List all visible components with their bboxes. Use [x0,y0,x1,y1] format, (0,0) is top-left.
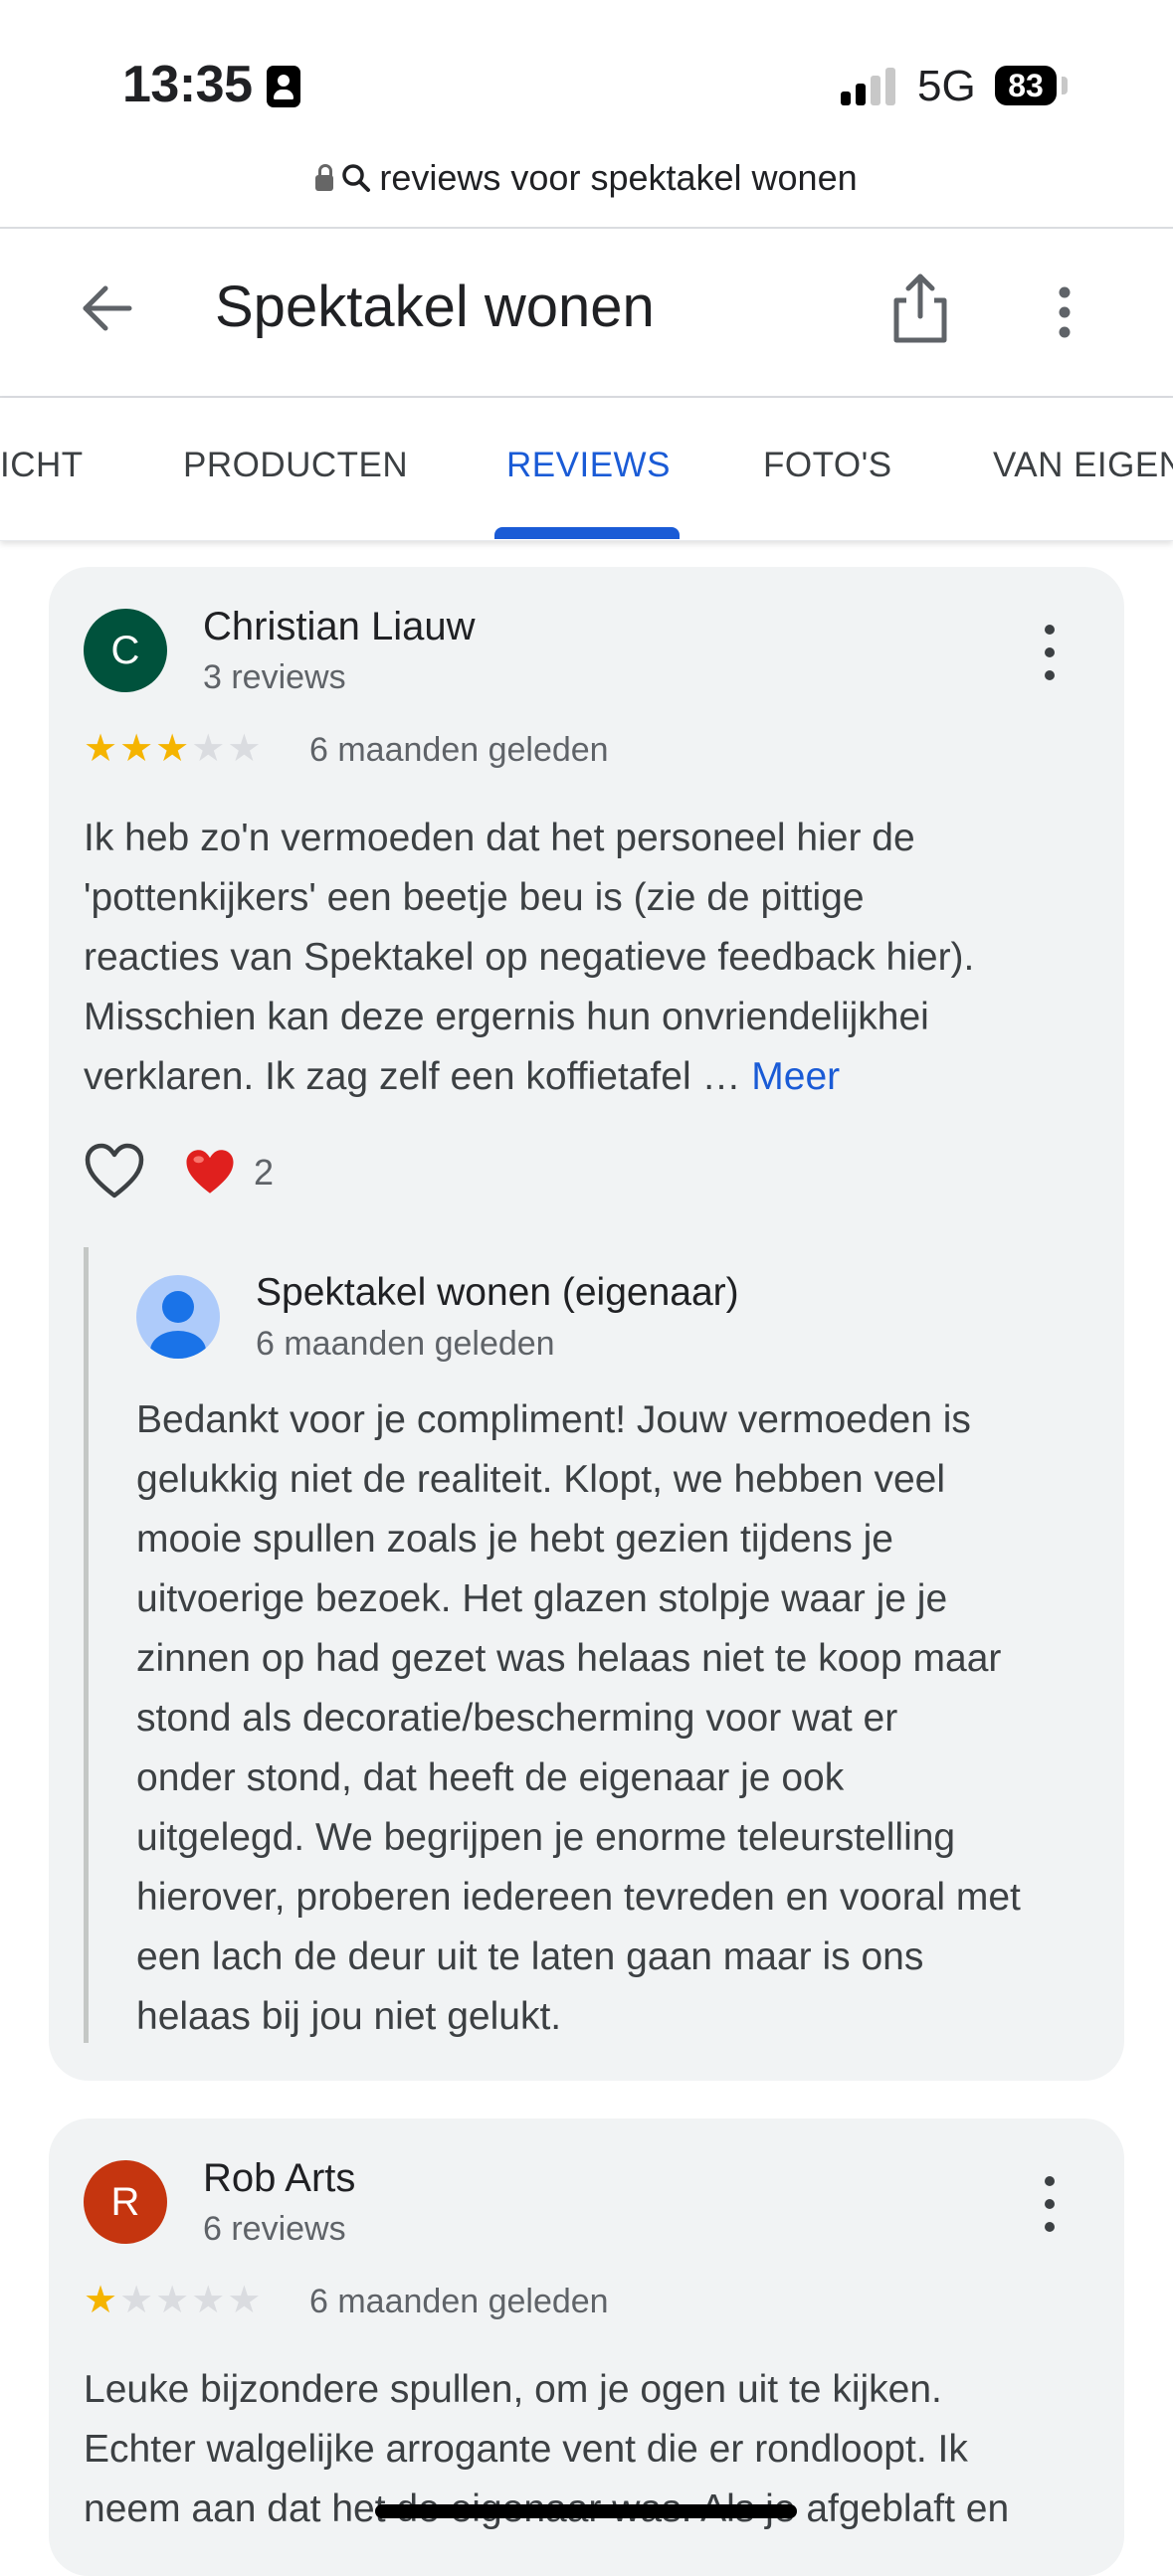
avatar-initial: C [110,629,140,672]
tab-overview[interactable]: ICHT [0,446,84,485]
battery-tip [1062,77,1068,94]
contact-card-icon [267,66,300,107]
review-text-line: Leuke bijzondere spullen, om je ogen uit… [84,2368,942,2411]
person-icon [150,1291,206,1359]
star-icon: ★ [119,2280,156,2321]
owner-name: Spektakel wonen (eigenaar) [256,1271,739,1314]
owner-reply-line: stond als decoratie/bescherming voor wat… [136,1697,898,1740]
review-text-line: Misschien kan deze ergernis hun onvriend… [84,996,929,1038]
owner-reply-line: onder stond, dat heeft de eigenaar je oo… [136,1756,845,1799]
review-card: C Christian Liauw 3 reviews ★★★★★ 6 maan… [49,567,1124,2081]
like-heart-icon[interactable] [84,1142,145,1199]
owner-reply-date: 6 maanden geleden [256,1325,555,1363]
star-icon: ★ [227,728,264,770]
cellular-signal-icon [841,66,900,105]
review-text-line: verklaren. Ik zag zelf een koffietafel … [84,1055,741,1098]
url-text: reviews voor spektakel wonen [379,157,858,198]
reviewer-name[interactable]: Christian Liauw [203,605,475,649]
review-text-line: Ik heb zo'n vermoeden dat het personeel … [84,817,915,859]
star-icon: ★ [227,2280,264,2321]
owner-reply-line: helaas bij jou niet gelukt. [136,1995,562,2038]
star-icon: ★ [191,728,228,770]
owner-avatar [136,1275,220,1359]
home-indicator[interactable] [375,2504,797,2518]
review-text-line: reacties van Spektakel op negatieve feed… [84,936,975,979]
owner-reply-line: gelukkig niet de realiteit. Klopt, we he… [136,1458,946,1501]
review-date: 6 maanden geleden [309,2283,609,2320]
app-header: Spektakel wonen [0,229,1173,398]
like-count: 2 [254,1152,275,1193]
search-icon [342,164,371,192]
review-more-icon[interactable] [1040,2176,1060,2232]
star-icon: ★ [84,2280,120,2321]
review-date: 6 maanden geleden [309,731,609,769]
lock-icon [315,164,334,191]
tab-photos[interactable]: FOTO'S [763,446,892,485]
owner-reply-line: mooie spullen zoals je hebt gezien tijde… [136,1518,893,1561]
reply-divider [84,1247,89,2043]
owner-reply-line: zinnen op had gezet was helaas niet te k… [136,1637,1002,1680]
star-icon: ★ [155,728,192,770]
tab-reviews[interactable]: REVIEWS [506,446,671,485]
owner-reply-line: Bedankt voor je compliment! Jouw vermoed… [136,1398,971,1441]
network-type: 5G [917,62,976,110]
battery-icon: 83 [995,66,1057,105]
reviewer-review-count: 6 reviews [203,2210,346,2248]
avatar[interactable]: R [84,2160,167,2244]
tab-products[interactable]: PRODUCTEN [183,446,408,485]
star-icon: ★ [191,2280,228,2321]
star-rating: ★★★★★ [84,726,263,771]
page-title: Spektakel wonen [215,275,655,339]
star-icon: ★ [119,728,156,770]
status-bar: 13:35 5G 83 [0,0,1173,149]
reviewer-name[interactable]: Rob Arts [203,2156,355,2201]
avatar[interactable]: C [84,609,167,692]
heart-reaction-icon [186,1150,234,1194]
owner-reply-line: een lach de deur uit te laten gaan maar … [136,1935,924,1978]
star-rating: ★★★★★ [84,2278,263,2322]
status-time: 13:35 [122,56,253,113]
star-icon: ★ [155,2280,192,2321]
owner-reply-line: uitvoerige bezoek. Het glazen stolpje wa… [136,1577,948,1620]
avatar-initial: R [110,2180,140,2224]
owner-reply-text: Bedankt voor je compliment! Jouw vermoed… [136,1390,1131,2047]
reviewer-review-count: 3 reviews [203,658,346,696]
more-vert-icon[interactable] [1045,284,1084,340]
owner-reply-line: uitgelegd. We begrijpen je enorme teleur… [136,1816,956,1859]
tab-from-owner[interactable]: VAN EIGEN [993,446,1173,485]
address-bar[interactable]: reviews voor spektakel wonen [0,149,1173,229]
owner-reply-line: hierover, proberen iedereen tevreden en … [136,1876,1021,1919]
share-icon[interactable] [890,271,950,344]
tab-bar: ICHT PRODUCTEN REVIEWS FOTO'S VAN EIGEN [0,398,1173,541]
review-more-icon[interactable] [1040,625,1060,680]
review-text: Ik heb zo'n vermoeden dat het personeel … [84,809,1098,1107]
back-arrow-icon[interactable] [78,278,137,338]
more-link[interactable]: Meer [751,1055,840,1098]
review-text-line: 'pottenkijkers' een beetje beu is (zie d… [84,876,865,919]
star-icon: ★ [84,728,120,770]
active-tab-indicator [494,527,680,539]
review-text-line: Echter walgelijke arrogante vent die er … [84,2428,968,2471]
